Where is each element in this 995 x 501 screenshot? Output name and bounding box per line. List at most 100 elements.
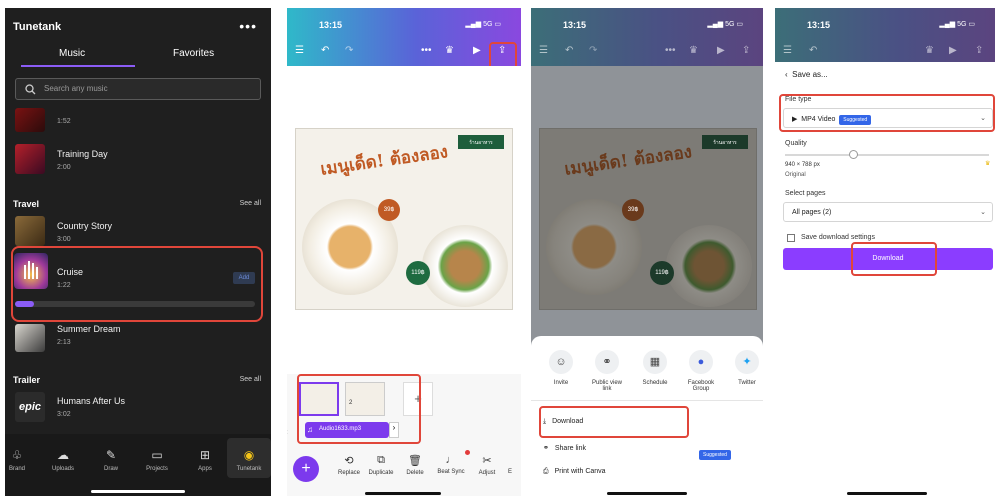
duplicate-icon: ⧉ xyxy=(377,454,385,466)
save-settings-checkbox[interactable] xyxy=(787,234,795,242)
share-facebook-group[interactable]: ● Facebook Group xyxy=(681,350,721,392)
cruise-thumbnail[interactable] xyxy=(14,253,48,289)
editor-header xyxy=(287,8,521,66)
nav-brand[interactable]: ♧ Brand xyxy=(5,448,39,472)
add-track-button[interactable]: Add xyxy=(233,272,255,284)
playback-progress-fill xyxy=(15,301,35,307)
crown-icon[interactable]: ♛ xyxy=(925,45,934,56)
home-indicator xyxy=(847,492,927,495)
track-name[interactable]: Training Day xyxy=(57,149,108,159)
track-thumbnail[interactable] xyxy=(15,144,45,174)
track-time: 2:00 xyxy=(57,164,71,171)
highlighted-track-row[interactable] xyxy=(11,246,263,322)
status-time: 13:15 xyxy=(807,20,831,30)
track-thumbnail[interactable] xyxy=(15,324,45,352)
undo-icon[interactable]: ↶ xyxy=(809,45,817,56)
pages-select[interactable]: All pages (2) ⌄ xyxy=(783,202,993,222)
nav-tunetank[interactable]: ◉ Tunetank xyxy=(227,438,271,478)
track-name[interactable]: Summer Dream xyxy=(57,324,121,334)
track-name[interactable]: Cruise xyxy=(57,267,83,277)
nav-apps[interactable]: ⊞ Apps xyxy=(183,448,227,472)
scroll-left-icon[interactable]: ‹ xyxy=(287,427,288,436)
trash-icon: 🗑 xyxy=(408,455,422,467)
track-time: 1:22 xyxy=(57,282,71,289)
see-all-travel-link[interactable]: See all xyxy=(240,200,261,207)
nav-projects[interactable]: ▭ Projects xyxy=(135,448,179,472)
more-icon[interactable]: ••• xyxy=(665,45,676,56)
track-time: 1:52 xyxy=(57,118,71,125)
play-icon[interactable]: ▶ xyxy=(949,45,957,56)
menu-icon[interactable]: ☰ xyxy=(295,45,304,56)
track-thumbnail[interactable] xyxy=(15,108,45,132)
share-icon[interactable]: ⇪ xyxy=(975,45,983,56)
crown-icon[interactable]: ♛ xyxy=(445,45,454,56)
see-all-trailer-link[interactable]: See all xyxy=(240,376,261,383)
food-poster-dimmed: เมนูเด็ด! ต้องลอง ร้านอาหาร 39฿ 119฿ xyxy=(539,128,757,310)
add-element-button[interactable]: + xyxy=(293,456,319,482)
equalizer-icon xyxy=(24,261,38,279)
undo-icon[interactable]: ↶ xyxy=(321,45,329,56)
epic-thumbnail[interactable]: epic xyxy=(15,392,45,422)
print-row[interactable]: ⎙ Print with Canva xyxy=(543,468,606,476)
more-menu-icon[interactable]: ••• xyxy=(239,18,257,34)
canva-editor-panel: 13:15 ▂▄▆ 5G ▭ ☰ ↶ ↷ ••• ♛ ▶ ⇪ เมนูเด็ด!… xyxy=(287,8,521,496)
quality-label: Quality xyxy=(785,140,807,147)
share-link-row[interactable]: ⚭ Share link xyxy=(543,444,586,452)
track-time: 3:00 xyxy=(57,236,71,243)
track-name[interactable]: Country Story xyxy=(57,221,112,231)
poster-title: เมนูเด็ด! ต้องลอง xyxy=(563,142,694,180)
upload-icon: ☁ xyxy=(57,448,69,462)
back-button[interactable]: ‹ Save as... xyxy=(785,70,828,79)
undo-icon[interactable]: ↶ xyxy=(565,45,573,56)
notification-dot xyxy=(465,450,470,455)
status-signal: ▂▄▆ 5G ▭ xyxy=(939,21,975,28)
share-public-link[interactable]: ⚭ Public view link xyxy=(587,350,627,392)
track-thumbnail[interactable] xyxy=(15,216,45,246)
apps-grid-icon: ⊞ xyxy=(199,448,211,462)
soup-bowl-image xyxy=(422,225,508,307)
crown-icon[interactable]: ♛ xyxy=(689,45,698,56)
poster-tag: ร้านอาหาร xyxy=(458,135,504,149)
more-icon[interactable]: ••• xyxy=(421,45,432,56)
track-name[interactable]: Humans After Us xyxy=(57,396,125,406)
redo-icon[interactable]: ↷ xyxy=(589,45,597,56)
invite-icon: ☺ xyxy=(549,350,573,374)
tool-delete[interactable]: 🗑 Delete xyxy=(399,454,431,476)
tab-favorites[interactable]: Favorites xyxy=(173,48,214,59)
search-input[interactable]: Search any music xyxy=(15,78,261,100)
track-time: 3:02 xyxy=(57,411,71,418)
tool-duplicate[interactable]: ⧉ Duplicate xyxy=(365,454,397,476)
share-schedule[interactable]: ▦ Schedule xyxy=(635,350,675,386)
nav-uploads[interactable]: ☁ Uploads xyxy=(41,448,85,472)
share-twitter[interactable]: ✦ Twitter xyxy=(727,350,763,386)
tool-more[interactable]: E xyxy=(499,454,521,475)
tool-beat-sync[interactable]: ♩ Beat Sync xyxy=(435,454,467,475)
status-time: 13:15 xyxy=(319,20,343,30)
nav-draw[interactable]: ✎ Draw xyxy=(89,448,133,472)
price-badge: 39฿ xyxy=(622,199,644,221)
download-highlight xyxy=(851,242,937,276)
menu-icon[interactable]: ☰ xyxy=(539,45,548,56)
divider xyxy=(531,400,763,401)
food-poster[interactable]: เมนูเด็ด! ต้องลอง ร้านอาหาร 39฿ 119฿ xyxy=(295,128,513,310)
download-highlight xyxy=(539,406,689,438)
brand-icon: ♧ xyxy=(11,448,23,462)
price-badge: 119฿ xyxy=(650,261,674,285)
play-icon[interactable]: ▶ xyxy=(473,45,481,56)
play-icon[interactable]: ▶ xyxy=(717,45,725,56)
share-invite[interactable]: ☺ Invite xyxy=(541,350,581,386)
tab-active-indicator xyxy=(21,65,135,67)
bottom-nav: ♧ Brand ☁ Uploads ✎ Draw ▭ Projects ⊞ Apps ◉ T… xyxy=(5,434,271,496)
share-icon[interactable]: ⇪ xyxy=(742,45,750,56)
save-settings-label: Save download settings xyxy=(801,234,875,241)
quality-slider[interactable] xyxy=(785,154,989,156)
tab-music[interactable]: Music xyxy=(59,48,85,59)
folder-icon: ▭ xyxy=(151,448,163,462)
search-placeholder: Search any music xyxy=(44,84,108,93)
status-signal: ▂▄▆ 5G ▭ xyxy=(707,21,743,28)
playback-progress-bar[interactable] xyxy=(15,301,255,307)
tool-replace[interactable]: ⟲ Replace xyxy=(333,454,365,476)
menu-icon[interactable]: ☰ xyxy=(783,45,792,56)
redo-icon[interactable]: ↷ xyxy=(345,45,353,56)
quality-slider-handle[interactable] xyxy=(849,150,858,159)
